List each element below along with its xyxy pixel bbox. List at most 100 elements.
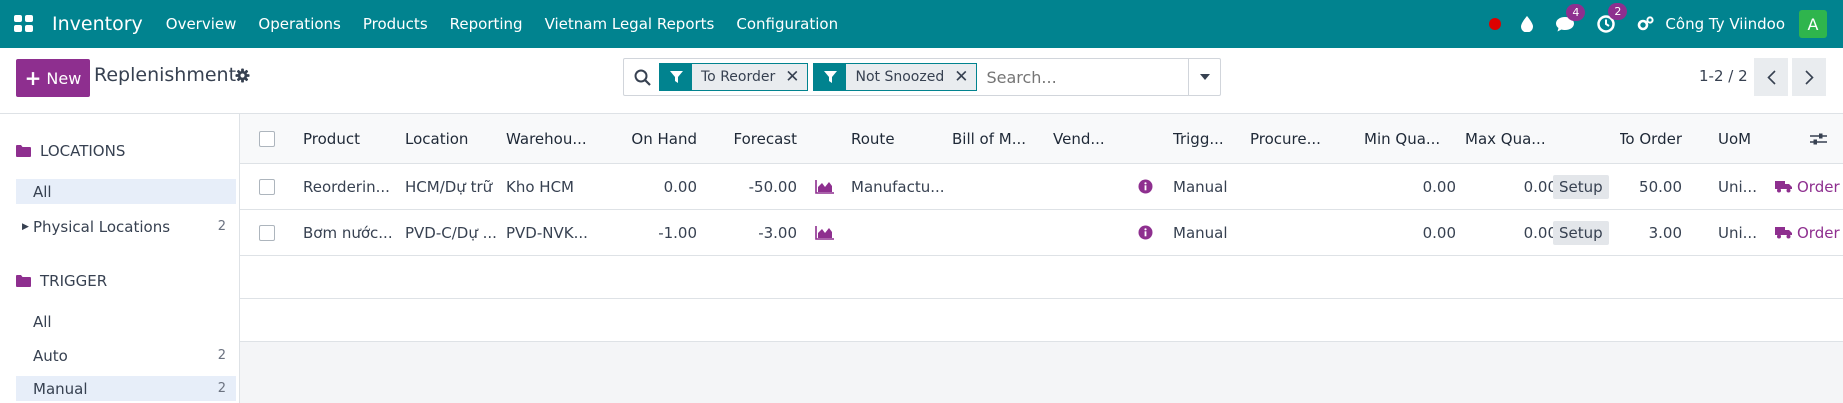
location-all[interactable]: All <box>16 179 236 204</box>
cell-bill-of-materials[interactable] <box>952 210 1044 255</box>
cell-forecast: -3.00 <box>758 223 797 242</box>
col-forecast[interactable]: Forecast <box>702 114 797 163</box>
col-vendor[interactable]: Vend... <box>1053 114 1115 163</box>
cell-location[interactable]: HCM/Dự trữ <box>405 164 500 209</box>
cell-min-quantity[interactable]: 0.00 <box>1364 164 1456 209</box>
list-view: Product Location Warehou... On Hand Fore… <box>240 114 1843 403</box>
menu-configuration[interactable]: Configuration <box>736 15 838 33</box>
new-button[interactable]: + New <box>16 59 90 97</box>
recording-dot-icon[interactable] <box>1489 18 1502 30</box>
col-location[interactable]: Location <box>405 114 500 163</box>
menu-operations[interactable]: Operations <box>258 15 340 33</box>
apps-grid-icon[interactable] <box>14 15 34 33</box>
cell-vendor[interactable] <box>1053 210 1115 255</box>
col-max-quantity[interactable]: Max Qua... <box>1465 114 1557 163</box>
messages-icon[interactable]: 4 <box>1555 3 1586 33</box>
cell-warehouse[interactable]: Kho HCM <box>506 164 598 209</box>
section-locations: LOCATIONS <box>16 142 125 160</box>
cell-trigger[interactable]: Manual <box>1173 164 1243 209</box>
filter-label: To Reorder <box>701 69 776 85</box>
empty-row <box>240 256 1843 299</box>
app-name[interactable]: Inventory <box>52 13 143 35</box>
menu-reporting[interactable]: Reporting <box>450 15 523 33</box>
info-icon[interactable] <box>1138 210 1158 255</box>
order-button[interactable]: Order <box>1775 224 1840 242</box>
col-route[interactable]: Route <box>851 114 946 163</box>
setup-button[interactable]: Setup <box>1553 220 1609 245</box>
pager-value[interactable]: 1-2 / 2 <box>1699 67 1748 85</box>
pager-next-button[interactable] <box>1792 58 1826 96</box>
filter-facet-not-snoozed[interactable]: Not Snoozed ✕ <box>813 63 978 91</box>
optional-columns-toggle[interactable] <box>1810 114 1836 163</box>
remove-filter-icon[interactable]: ✕ <box>785 67 799 87</box>
forecast-graph-icon[interactable] <box>815 164 839 209</box>
company-name[interactable]: Công Ty Viindoo <box>1665 15 1785 33</box>
systray: 4 2 Công Ty Viindoo A <box>1489 0 1843 48</box>
truck-icon <box>1775 181 1792 193</box>
search-input[interactable] <box>986 67 1187 87</box>
truck-icon <box>1775 227 1792 239</box>
table-row[interactable]: Reorderin... HCM/Dự trữ Kho HCM 0.00 -50… <box>240 164 1843 210</box>
search-bar: To Reorder ✕ Not Snoozed ✕ <box>623 58 1221 96</box>
forecast-graph-icon[interactable] <box>815 210 839 255</box>
cell-vendor[interactable] <box>1053 164 1115 209</box>
cell-warehouse[interactable]: PVD-NVK... <box>506 210 598 255</box>
row-checkbox[interactable] <box>259 178 275 195</box>
pager-previous-button[interactable] <box>1754 58 1788 96</box>
cell-location[interactable]: PVD-C/Dự ... <box>405 210 500 255</box>
table-row[interactable]: Bơm nước... PVD-C/Dự ... PVD-NVK... -1.0… <box>240 210 1843 256</box>
cell-bill-of-materials[interactable] <box>952 164 1044 209</box>
remove-filter-icon[interactable]: ✕ <box>954 67 968 87</box>
col-trigger[interactable]: Trigg... <box>1173 114 1243 163</box>
cell-procurement[interactable] <box>1250 164 1340 209</box>
user-avatar[interactable]: A <box>1799 10 1827 38</box>
trigger-all[interactable]: All <box>16 309 236 334</box>
cell-trigger[interactable]: Manual <box>1173 210 1243 255</box>
cell-product[interactable]: Bơm nước... <box>303 210 399 255</box>
search-options-toggle[interactable] <box>1188 59 1220 95</box>
caret-right-icon[interactable]: ▶ <box>22 222 29 232</box>
page-title: Replenishment <box>94 64 237 86</box>
cell-max-quantity[interactable]: 0.00 <box>1465 210 1557 255</box>
cell-procurement[interactable] <box>1250 210 1340 255</box>
trigger-manual[interactable]: Manual 2 <box>16 376 236 401</box>
cell-uom[interactable]: Uni... <box>1718 164 1758 209</box>
setup-button[interactable]: Setup <box>1553 174 1609 199</box>
location-physical-locations[interactable]: ▶ Physical Locations 2 <box>16 214 236 239</box>
col-uom[interactable]: UoM <box>1718 114 1778 163</box>
replenishment-table: Product Location Warehou... On Hand Fore… <box>240 114 1843 342</box>
menu-overview[interactable]: Overview <box>166 15 237 33</box>
row-checkbox[interactable] <box>259 224 275 241</box>
trigger-auto[interactable]: Auto 2 <box>16 343 236 368</box>
cell-product[interactable]: Reorderin... <box>303 164 399 209</box>
cell-route[interactable] <box>851 210 946 255</box>
menu-vietnam-legal-reports[interactable]: Vietnam Legal Reports <box>545 15 715 33</box>
new-button-label: New <box>46 68 82 88</box>
order-button[interactable]: Order <box>1775 178 1840 196</box>
filter-facet-to-reorder[interactable]: To Reorder ✕ <box>659 63 809 91</box>
info-icon[interactable] <box>1138 164 1158 209</box>
drop-icon[interactable] <box>1521 16 1534 32</box>
main-menu: Overview Operations Products Reporting V… <box>155 15 849 33</box>
search-icon[interactable] <box>634 69 651 86</box>
cell-uom[interactable]: Uni... <box>1718 210 1758 255</box>
cell-to-order[interactable]: 50.00 <box>1620 164 1682 209</box>
filter-label: Not Snoozed <box>855 69 945 85</box>
company-gears-icon[interactable] <box>1637 16 1655 32</box>
menu-products[interactable]: Products <box>363 15 428 33</box>
cell-min-quantity[interactable]: 0.00 <box>1364 210 1456 255</box>
cell-to-order[interactable]: 3.00 <box>1620 210 1682 255</box>
col-min-quantity[interactable]: Min Qua... <box>1364 114 1456 163</box>
col-warehouse[interactable]: Warehou... <box>506 114 598 163</box>
cell-route[interactable]: Manufactu... <box>851 164 946 209</box>
col-on-hand[interactable]: On Hand <box>602 114 697 163</box>
col-procurement[interactable]: Procure... <box>1250 114 1340 163</box>
col-product[interactable]: Product <box>303 114 398 163</box>
cell-max-quantity[interactable]: 0.00 <box>1465 164 1557 209</box>
select-all-checkbox[interactable] <box>259 130 275 147</box>
col-bill-of-materials[interactable]: Bill of M... <box>952 114 1044 163</box>
table-header: Product Location Warehou... On Hand Fore… <box>240 114 1843 164</box>
activities-clock-icon[interactable]: 2 <box>1597 3 1628 33</box>
col-to-order[interactable]: To Order <box>1620 114 1682 163</box>
gear-icon[interactable] <box>235 68 250 87</box>
